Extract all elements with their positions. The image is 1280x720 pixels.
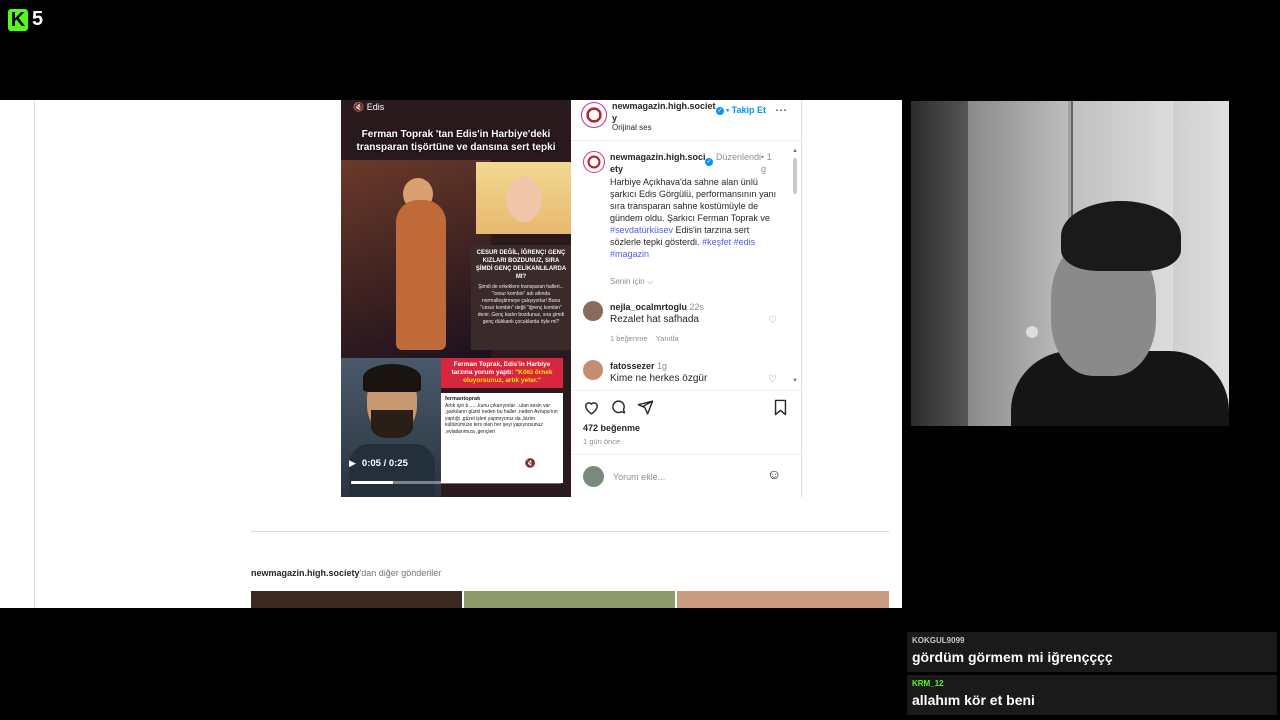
heart-icon[interactable]: ♡	[768, 375, 778, 385]
mute-icon[interactable]: 🔇	[524, 458, 535, 469]
comment-header: fatossezer 1g	[610, 360, 667, 372]
post-date: 1 gün önce	[583, 437, 621, 446]
video-time: 0:05 / 0:25	[361, 458, 408, 469]
heart-icon[interactable]: ♡	[768, 316, 778, 326]
comment-actions: 1 beğenme Yanıtla	[610, 333, 679, 345]
verified-icon: ✓	[705, 157, 713, 166]
chat-text: allahım kör et beni	[912, 692, 1035, 708]
related-post-thumbnail[interactable]	[251, 591, 462, 608]
quote-body: Şimdi de erkeklere transparan halleri...…	[477, 284, 565, 325]
play-icon[interactable]: ▶	[349, 458, 356, 469]
more-options-icon[interactable]: ⋯	[775, 104, 787, 116]
for-you-dropdown[interactable]: Senin için ⌵	[610, 276, 653, 288]
comment-likes[interactable]: 1 beğenme	[610, 334, 648, 343]
caption-text: Harbiye Açıkhava'da sahne alan ünlü şark…	[610, 177, 777, 259]
comment-avatar[interactable]	[583, 301, 603, 321]
comment-username[interactable]: fatossezer	[610, 361, 655, 371]
post-panel: newmagazin.high.society ✓ • Takip Et ⋯ O…	[571, 100, 802, 497]
comment-header: nejla_ocalmrtoglu 22s	[610, 301, 704, 313]
audio-label[interactable]: Orijinal ses	[612, 122, 652, 134]
quote-box: CESUR DEĞİL, İĞRENÇ! GENÇ KIZLARI BOZDUN…	[471, 245, 571, 350]
account-avatar[interactable]	[581, 102, 607, 128]
singer-image	[341, 160, 491, 360]
chat-message: KOKGUL9099 gördüm görmem mi iğrençççç	[907, 632, 1277, 672]
follow-button[interactable]: • Takip Et	[726, 104, 766, 116]
more-posts-user[interactable]: newmagazin.high.society	[251, 568, 360, 578]
caption-avatar[interactable]	[583, 151, 605, 173]
chat-username: KRM_12	[912, 679, 944, 688]
caption-username[interactable]: newmagazin.high.society	[610, 151, 706, 175]
headset-mic-icon	[1026, 326, 1038, 338]
video-title: Ferman Toprak 'tan Edis'in Harbiye'deki …	[356, 129, 556, 153]
scroll-up-icon[interactable]: ▲	[792, 148, 798, 154]
caption-mention[interactable]: #sevdatürküsev	[610, 225, 673, 235]
woman-portrait-image	[476, 162, 571, 234]
related-post-thumbnail[interactable]	[464, 591, 675, 608]
more-posts-heading: newmagazin.high.society'dan diğer gönder…	[251, 568, 442, 578]
comment-text: Rezalet hat safhada	[610, 314, 699, 325]
related-post-thumbnail[interactable]	[677, 591, 889, 608]
video-top-label: 🔇 Edis	[353, 102, 385, 112]
streamer-webcam	[911, 101, 1229, 426]
chat-text: gördüm görmem mi iğrençççç	[912, 649, 1113, 665]
sidebar-divider	[34, 100, 35, 608]
shared-browser-screen: 🔇 Edis Ferman Toprak 'tan Edis'in Harbiy…	[0, 100, 902, 608]
fullscreen-icon[interactable]: ⛶	[542, 458, 548, 469]
scrollbar-thumb[interactable]	[793, 158, 797, 194]
video-controls: ▶ 0:05 / 0:25 🔇 ⛶ ⋮	[349, 458, 563, 469]
comments-scrollbar[interactable]: ▲ ▼	[792, 148, 798, 388]
header-username[interactable]: newmagazin.high.society	[612, 100, 717, 124]
like-count[interactable]: 472 beğenme	[583, 422, 640, 434]
kick-logo-icon: K	[8, 8, 28, 31]
more-options-icon[interactable]: ⋮	[554, 458, 563, 469]
like-icon[interactable]	[583, 399, 600, 416]
current-user-avatar	[583, 466, 604, 487]
save-icon[interactable]	[773, 399, 788, 416]
comment-time: 22s	[689, 302, 705, 312]
verified-icon: ✓	[716, 106, 724, 115]
comment-username[interactable]: nejla_ocalmrtoglu	[610, 302, 687, 312]
emoji-icon[interactable]: ☺	[767, 467, 781, 481]
quote-headline: CESUR DEĞİL, İĞRENÇ! GENÇ KIZLARI BOZDUN…	[475, 250, 567, 280]
man-portrait-image	[341, 358, 441, 497]
section-divider	[251, 531, 889, 532]
chat-username: KOKGUL9099	[912, 636, 965, 645]
comment-input[interactable]: Yorum ekle...	[613, 471, 665, 483]
actions-divider	[571, 390, 801, 391]
red-banner: Ferman Toprak, Edis'in Harbiye tarzına y…	[441, 358, 563, 388]
comment-text: Kime ne herkes özgür	[610, 373, 708, 384]
viewer-count: 5	[32, 8, 44, 30]
caption-time: • 1 g	[761, 152, 772, 174]
video-progress-bar[interactable]	[351, 481, 561, 484]
comment-divider	[571, 454, 801, 455]
share-icon[interactable]	[637, 399, 654, 416]
comment-icon[interactable]	[610, 399, 627, 416]
comment-time: 1g	[657, 361, 668, 371]
reply-link[interactable]: Yanıtla	[656, 334, 679, 343]
edited-label: Düzenlendi	[716, 152, 762, 162]
stream-logo: K 5	[8, 8, 43, 31]
video-progress-fill	[351, 481, 393, 484]
instagram-comment-card: fermantoprak Artık için b.......kunu çık…	[441, 393, 563, 483]
chat-message: KRM_12 allahım kör et beni	[907, 675, 1277, 715]
scroll-down-icon[interactable]: ▼	[792, 378, 798, 384]
card-text: Artık için b.......kunu çıkarıyorlar ..u…	[445, 402, 558, 435]
header-divider	[571, 140, 801, 141]
reel-video[interactable]: 🔇 Edis Ferman Toprak 'tan Edis'in Harbiy…	[341, 100, 571, 497]
comment-avatar[interactable]	[583, 360, 603, 380]
